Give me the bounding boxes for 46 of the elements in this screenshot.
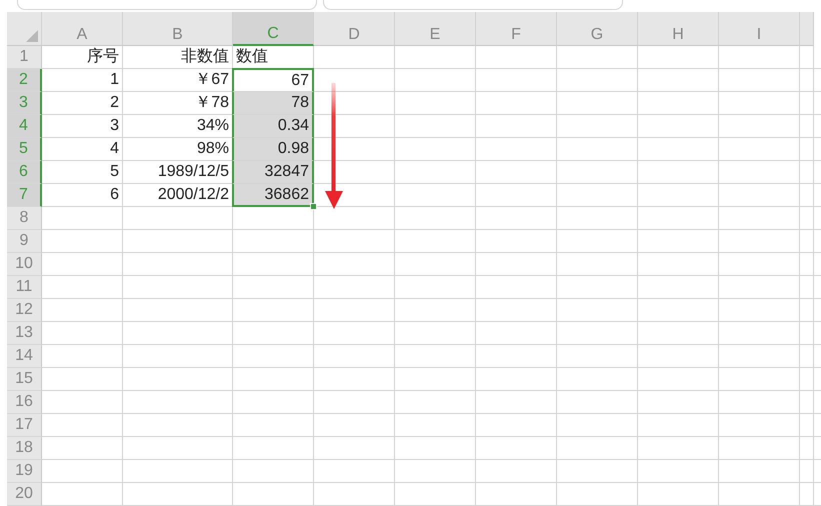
row-header[interactable]: 19 (7, 460, 42, 483)
table-cell[interactable]: 非数值 (123, 46, 233, 69)
row-header[interactable]: 14 (7, 345, 42, 368)
row-header[interactable]: 9 (7, 230, 42, 253)
row-header[interactable]: 20 (7, 483, 42, 506)
row-header[interactable]: 15 (7, 368, 42, 391)
row-header[interactable]: 10 (7, 253, 42, 276)
row-header[interactable]: 11 (7, 276, 42, 299)
column-header[interactable]: F (476, 12, 557, 46)
row-header[interactable]: 12 (7, 299, 42, 322)
table-cell[interactable]: 67 (232, 68, 314, 92)
column-header[interactable]: C (233, 12, 314, 46)
table-cell[interactable]: 32847 (232, 161, 314, 184)
table-cell[interactable]: 36862 (232, 184, 314, 207)
row-header[interactable]: 16 (7, 391, 42, 414)
corner-triangle-icon (26, 30, 38, 42)
column-header[interactable]: E (395, 12, 476, 46)
table-cell[interactable]: 4 (42, 138, 123, 161)
row-header[interactable]: 5 (7, 138, 42, 161)
column-header[interactable]: D (314, 12, 395, 46)
row-header[interactable]: 3 (7, 92, 42, 115)
row-header[interactable]: 18 (7, 437, 42, 460)
column-header[interactable]: G (557, 12, 638, 46)
row-header[interactable]: 6 (7, 161, 42, 184)
table-cell[interactable]: 2 (42, 92, 123, 115)
table-cell[interactable]: 0.98 (232, 138, 314, 161)
column-header[interactable]: B (123, 12, 233, 46)
row-header[interactable]: 4 (7, 115, 42, 138)
column-header[interactable]: A (42, 12, 123, 46)
table-cell[interactable]: 78 (232, 92, 314, 115)
column-header[interactable]: I (719, 12, 800, 46)
row-header[interactable]: 1 (7, 46, 42, 69)
row-header[interactable]: 8 (7, 207, 42, 230)
table-cell[interactable]: 0.34 (232, 115, 314, 138)
header-background (800, 12, 814, 46)
table-cell[interactable]: 6 (42, 184, 123, 207)
row-header[interactable]: 2 (7, 69, 42, 92)
fill-handle[interactable] (310, 203, 317, 210)
table-cell[interactable]: 1 (42, 69, 123, 92)
table-cell[interactable]: 5 (42, 161, 123, 184)
row-header[interactable]: 7 (7, 184, 42, 207)
row-header[interactable]: 17 (7, 414, 42, 437)
row-header[interactable]: 13 (7, 322, 42, 345)
column-header[interactable]: H (638, 12, 719, 46)
table-cell[interactable]: 序号 (42, 46, 123, 69)
table-cell[interactable]: 3 (42, 115, 123, 138)
